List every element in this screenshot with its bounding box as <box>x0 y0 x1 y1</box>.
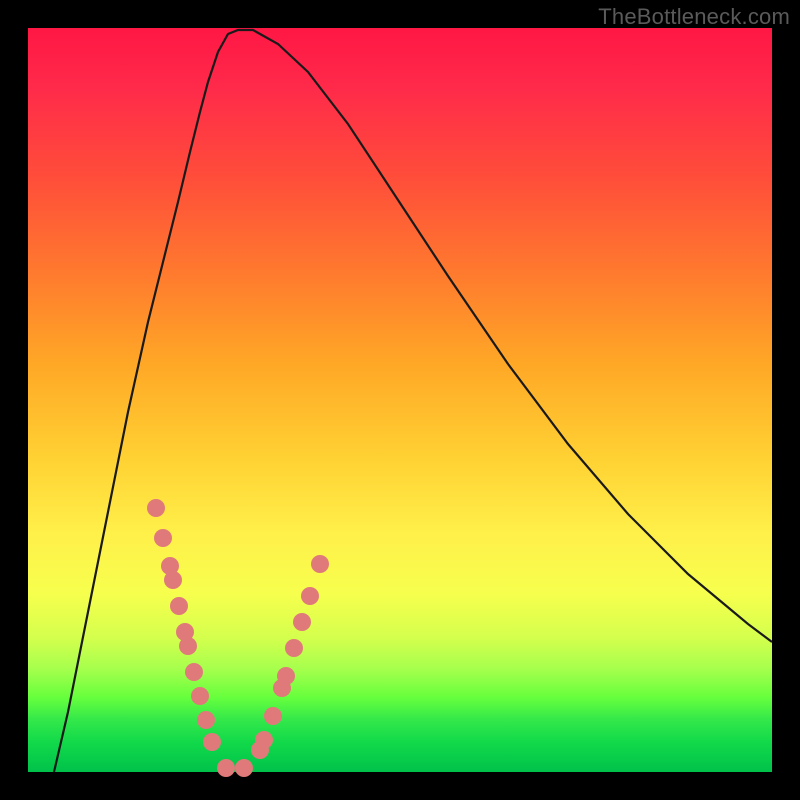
marker-dot <box>311 555 329 573</box>
marker-dot <box>255 731 273 749</box>
marker-dot <box>217 759 235 777</box>
curve-svg <box>28 28 772 772</box>
marker-dot <box>203 733 221 751</box>
marker-dot <box>301 587 319 605</box>
marker-dot <box>179 637 197 655</box>
chart-frame: TheBottleneck.com <box>0 0 800 800</box>
plot-area <box>28 28 772 772</box>
marker-dot <box>235 759 253 777</box>
watermark-text: TheBottleneck.com <box>598 4 790 30</box>
marker-dot <box>185 663 203 681</box>
marker-dot <box>285 639 303 657</box>
marker-dot <box>264 707 282 725</box>
marker-dot <box>147 499 165 517</box>
bottleneck-curve <box>54 30 772 772</box>
highlighted-points <box>147 499 329 777</box>
marker-dot <box>164 571 182 589</box>
marker-dot <box>293 613 311 631</box>
marker-dot <box>191 687 209 705</box>
marker-dot <box>170 597 188 615</box>
marker-dot <box>154 529 172 547</box>
marker-dot <box>197 711 215 729</box>
marker-dot <box>277 667 295 685</box>
